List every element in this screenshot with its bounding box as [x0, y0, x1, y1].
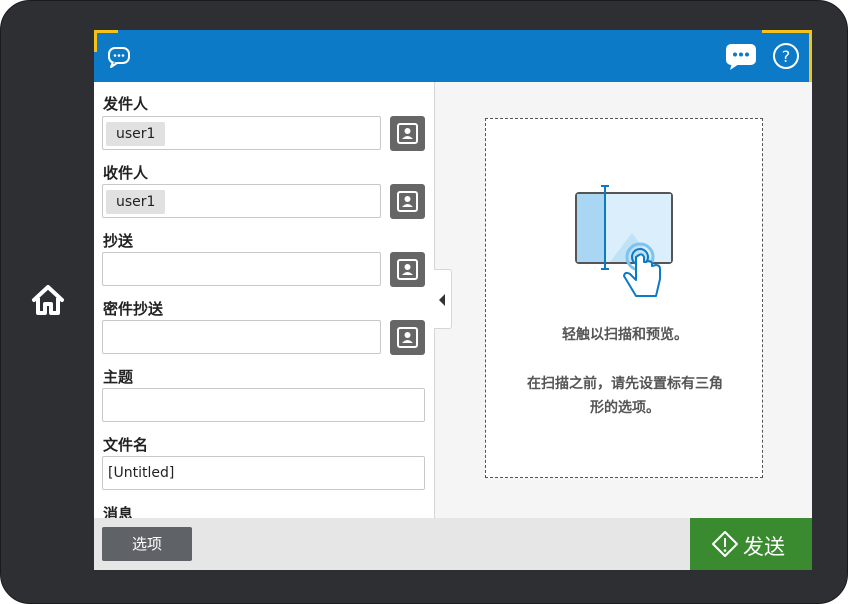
highlight-corner — [809, 30, 812, 82]
collapse-pane-button[interactable] — [434, 269, 452, 329]
screen: ? 发件人 user1 收件人 user1 抄送 密件抄送 主题 文件名 [Un… — [94, 30, 812, 570]
to-label: 收件人 — [103, 164, 149, 182]
from-contacts-button[interactable] — [390, 116, 425, 151]
message-center-button[interactable] — [106, 46, 132, 68]
from-recipient-chip[interactable]: user1 — [106, 122, 166, 146]
from-label: 发件人 — [103, 95, 149, 113]
send-label: 发送 — [743, 535, 785, 559]
highlight-corner — [94, 30, 118, 33]
message-label: 消息 — [103, 505, 134, 518]
to-contacts-button[interactable] — [390, 184, 425, 219]
svg-text:?: ? — [782, 47, 791, 66]
touch-to-scan-icon — [575, 185, 673, 297]
filename-field[interactable]: [Untitled] — [102, 456, 425, 490]
bcc-contacts-button[interactable] — [390, 320, 425, 355]
preview-hint-line1: 在扫描之前，请先设置标有三角 — [527, 376, 723, 392]
cc-contacts-button[interactable] — [390, 252, 425, 287]
contact-card-icon — [397, 327, 418, 348]
help-icon: ? — [773, 43, 799, 69]
cc-field[interactable] — [102, 252, 381, 286]
home-icon — [32, 285, 64, 315]
home-button[interactable] — [30, 282, 66, 318]
preview-pane: 轻触以扫描和预览。 在扫描之前，请先设置标有三角 形的选项。 — [435, 82, 812, 518]
bottom-bar: 选项 发送 — [94, 518, 812, 570]
filename-value: [Untitled] — [108, 465, 175, 481]
chat-bubble-icon — [108, 47, 130, 68]
chevron-left-icon — [439, 294, 445, 306]
highlight-corner — [762, 30, 812, 33]
messages-button[interactable] — [724, 41, 758, 71]
from-field[interactable]: user1 — [102, 116, 381, 150]
preview-instruction: 轻触以扫描和预览。 — [562, 327, 688, 343]
top-bar: ? — [94, 30, 812, 82]
preview-hint-line2: 形的选项。 — [590, 400, 660, 416]
to-recipient-chip[interactable]: user1 — [106, 190, 166, 214]
filename-label: 文件名 — [103, 436, 149, 454]
options-button[interactable]: 选项 — [102, 527, 192, 561]
message-icon — [726, 44, 756, 70]
to-field[interactable]: user1 — [102, 184, 381, 218]
contact-card-icon — [397, 123, 418, 144]
highlight-corner — [94, 30, 97, 52]
send-button[interactable]: 发送 — [690, 518, 812, 570]
start-diamond-icon — [712, 531, 738, 557]
bcc-field[interactable] — [102, 320, 381, 354]
email-fields-pane[interactable]: 发件人 user1 收件人 user1 抄送 密件抄送 主题 文件名 [Unti… — [94, 82, 434, 518]
help-button[interactable]: ? — [772, 42, 800, 70]
subject-label: 主题 — [103, 368, 134, 386]
bcc-label: 密件抄送 — [103, 300, 164, 318]
contact-card-icon — [397, 191, 418, 212]
scan-preview-area[interactable]: 轻触以扫描和预览。 在扫描之前，请先设置标有三角 形的选项。 — [485, 118, 763, 478]
cc-label: 抄送 — [103, 232, 134, 250]
subject-field[interactable] — [102, 388, 425, 422]
contact-card-icon — [397, 259, 418, 280]
